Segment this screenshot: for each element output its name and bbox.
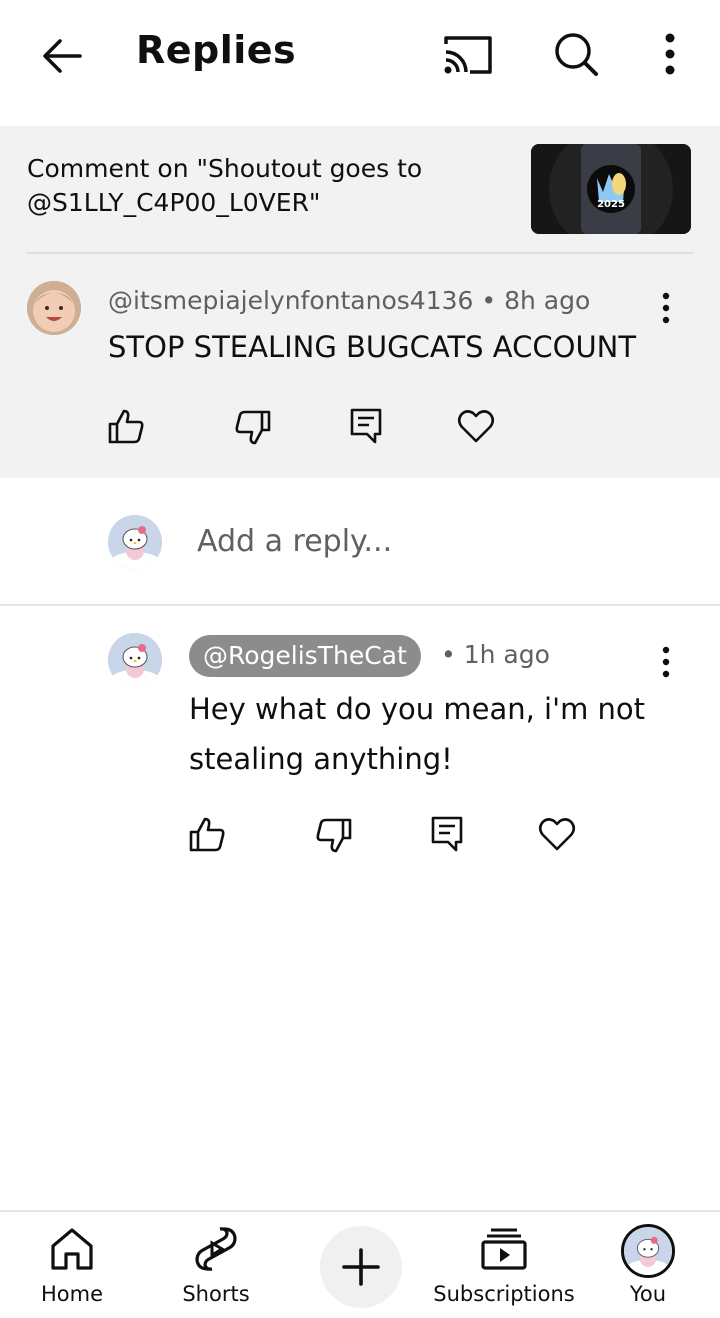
video-thumbnail[interactable]: 2025 xyxy=(531,144,691,234)
avatar[interactable] xyxy=(27,281,81,335)
search-icon[interactable] xyxy=(550,28,602,80)
avatar xyxy=(108,515,162,569)
more-vertical-icon[interactable] xyxy=(650,28,690,80)
svg-text:2025: 2025 xyxy=(597,199,625,210)
reply-author-chip[interactable]: @RogelisTheCat xyxy=(189,635,421,677)
nav-label: Home xyxy=(40,1282,103,1306)
like-icon[interactable] xyxy=(106,406,146,446)
subscriptions-icon xyxy=(481,1228,527,1270)
reply-meta: • 1h ago xyxy=(441,640,550,669)
home-icon xyxy=(51,1228,93,1270)
avatar xyxy=(621,1224,675,1278)
shorts-icon xyxy=(195,1227,237,1271)
bottom-navigation: Home Shorts Subscriptions You xyxy=(0,1210,720,1318)
heart-icon[interactable] xyxy=(537,814,577,854)
comment-text: STOP STEALING BUGCATS ACCOUNT xyxy=(108,330,637,364)
create-button[interactable] xyxy=(320,1226,402,1308)
reply-text: Hey what do you mean, i'm not stealing a… xyxy=(189,692,646,776)
reply-icon[interactable] xyxy=(428,814,468,854)
comment-meta: @itsmepiajelynfontanos4136 • 8h ago xyxy=(108,286,590,315)
dislike-icon[interactable] xyxy=(314,816,354,856)
divider xyxy=(0,604,720,606)
comment-menu-icon[interactable] xyxy=(656,290,676,326)
meta-separator: • xyxy=(441,640,464,669)
cast-icon[interactable] xyxy=(440,30,494,78)
nav-label: Shorts xyxy=(182,1282,250,1306)
reply-time: 1h ago xyxy=(463,640,550,669)
nav-shorts[interactable]: Shorts xyxy=(166,1224,266,1314)
top-app-bar: Replies xyxy=(0,0,720,110)
nav-subscriptions[interactable]: Subscriptions xyxy=(428,1224,580,1314)
page-title: Replies xyxy=(136,28,297,72)
nav-label: You xyxy=(629,1282,667,1306)
meta-separator: • xyxy=(481,286,505,315)
back-arrow-icon[interactable] xyxy=(36,30,88,82)
heart-icon[interactable] xyxy=(456,406,496,446)
divider xyxy=(27,252,693,254)
create-plus-icon xyxy=(342,1248,380,1286)
nav-home[interactable]: Home xyxy=(30,1224,114,1314)
comment-author[interactable]: @itsmepiajelynfontanos4136 xyxy=(108,286,473,315)
comment-context[interactable]: Comment on "Shoutout goes to @S1LLY_C4P0… xyxy=(27,152,497,220)
avatar[interactable] xyxy=(108,633,162,687)
nav-you[interactable]: You xyxy=(614,1224,682,1314)
reply-icon[interactable] xyxy=(347,406,387,446)
comment-time: 8h ago xyxy=(504,286,591,315)
dislike-icon[interactable] xyxy=(233,408,273,448)
nav-label: Subscriptions xyxy=(433,1282,575,1306)
reply-input[interactable]: Add a reply... xyxy=(197,524,392,559)
like-icon[interactable] xyxy=(187,814,227,854)
reply-menu-icon[interactable] xyxy=(656,644,676,680)
